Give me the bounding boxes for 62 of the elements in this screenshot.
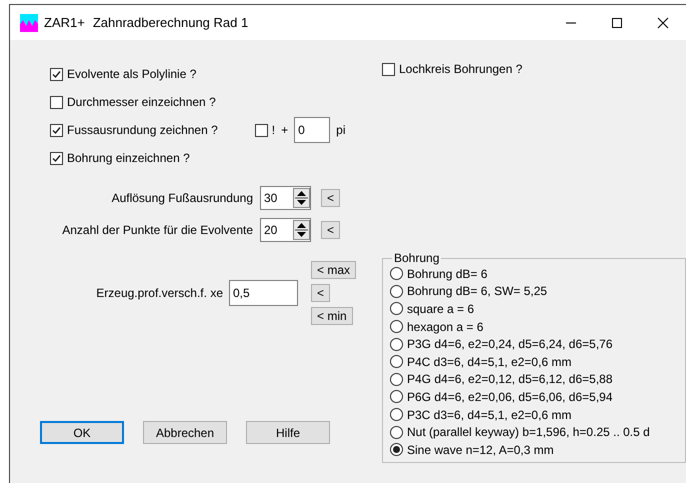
spin-arrows-icon[interactable] — [293, 188, 310, 208]
checkbox[interactable] — [50, 68, 63, 80]
dialog-button[interactable]: Abbrechen — [143, 421, 227, 444]
radio-label: P3C d3=6, d4=5,1, e2=0,6 mm — [407, 408, 572, 422]
checkbox-label: Fussausrundung zeichnen ? — [67, 123, 218, 137]
checkbox-label: Bohrung einzeichnen ? — [67, 151, 190, 165]
radio-button[interactable] — [390, 267, 403, 280]
radio-label: P6G d4=6, e2=0,06, d5=6,06, d6=5,94 — [407, 390, 613, 404]
radio-button[interactable] — [390, 426, 403, 439]
radio-button[interactable] — [390, 320, 403, 334]
radio-label: hexagon a = 6 — [407, 320, 484, 334]
spinner-label: Anzahl der Punkte für die Evolvente — [61, 223, 253, 237]
set-button[interactable]: < — [311, 284, 330, 302]
checkbox[interactable] — [50, 96, 63, 108]
radio-label: Sine wave n=12, A=0,3 mm — [407, 442, 554, 457]
checkbox[interactable] — [254, 124, 268, 136]
set-button[interactable]: < — [321, 189, 340, 207]
app-name: ZAR1+ — [44, 15, 85, 30]
checkbox-label: Durchmesser einzeichnen ? — [67, 95, 216, 109]
dialog-button[interactable]: Hilfe — [246, 421, 330, 444]
spinner-field[interactable]: 30 — [260, 186, 311, 210]
checkbox[interactable] — [50, 152, 63, 164]
radio-label: P4C d3=6, d4=5,1, e2=0,6 mm — [407, 354, 572, 369]
radio-button[interactable] — [390, 355, 403, 368]
set-button[interactable]: < — [321, 221, 340, 239]
radio-button[interactable] — [390, 443, 403, 456]
checkbox-label: Lochkreis Bohrungen ? — [399, 62, 522, 76]
radio-label: P4G d4=6, e2=0,12, d5=6,12, d6=5,88 — [407, 372, 613, 386]
set-button[interactable]: < max — [311, 261, 356, 279]
spinner-field[interactable]: 20 — [260, 218, 311, 242]
radio-button[interactable] — [390, 372, 403, 386]
maximize-icon[interactable] — [611, 16, 623, 28]
checkmark-icon — [52, 126, 61, 134]
radio-label: Bohrung dB= 6 — [407, 266, 488, 281]
dialog-button[interactable]: OK — [40, 421, 124, 444]
xe-field[interactable]: 0,5 — [229, 280, 298, 306]
radio-label: Nut (parallel keyway) b=1,596, h=0.25 .. 0.5 d — [407, 425, 650, 440]
xe-label: Erzeug.prof.versch.f. xe — [95, 286, 223, 300]
checkbox-label: ! — [272, 123, 276, 137]
app-icon — [20, 14, 38, 32]
unit-label: pi — [336, 123, 346, 137]
radio-button[interactable] — [390, 408, 403, 422]
checkmark-icon — [52, 154, 61, 162]
number-field[interactable]: 0 — [294, 117, 330, 143]
checkmark-icon — [52, 70, 61, 78]
set-button[interactable]: < min — [311, 307, 353, 325]
spin-arrows-icon[interactable] — [293, 220, 310, 240]
checkbox[interactable] — [382, 62, 395, 76]
radio-button[interactable] — [390, 390, 403, 404]
plus-sign: + — [281, 123, 288, 137]
spinner-label: Auflösung Fußausrundung — [110, 191, 253, 205]
checkbox[interactable] — [50, 124, 63, 136]
close-icon[interactable] — [657, 16, 669, 28]
radio-button[interactable] — [390, 284, 403, 298]
checkbox-label: Evolvente als Polylinie ? — [67, 67, 196, 81]
radio-label: square a = 6 — [407, 302, 474, 316]
radio-button[interactable] — [390, 338, 403, 351]
radio-button[interactable] — [390, 302, 403, 316]
window-title: Zahnradberechnung Rad 1 — [92, 15, 248, 30]
group-title: Bohrung — [393, 251, 440, 265]
radio-label: Bohrung dB= 6, SW= 5,25 — [407, 284, 548, 298]
radio-label: P3G d4=6, e2=0,24, d5=6,24, d6=5,76 — [407, 337, 613, 352]
